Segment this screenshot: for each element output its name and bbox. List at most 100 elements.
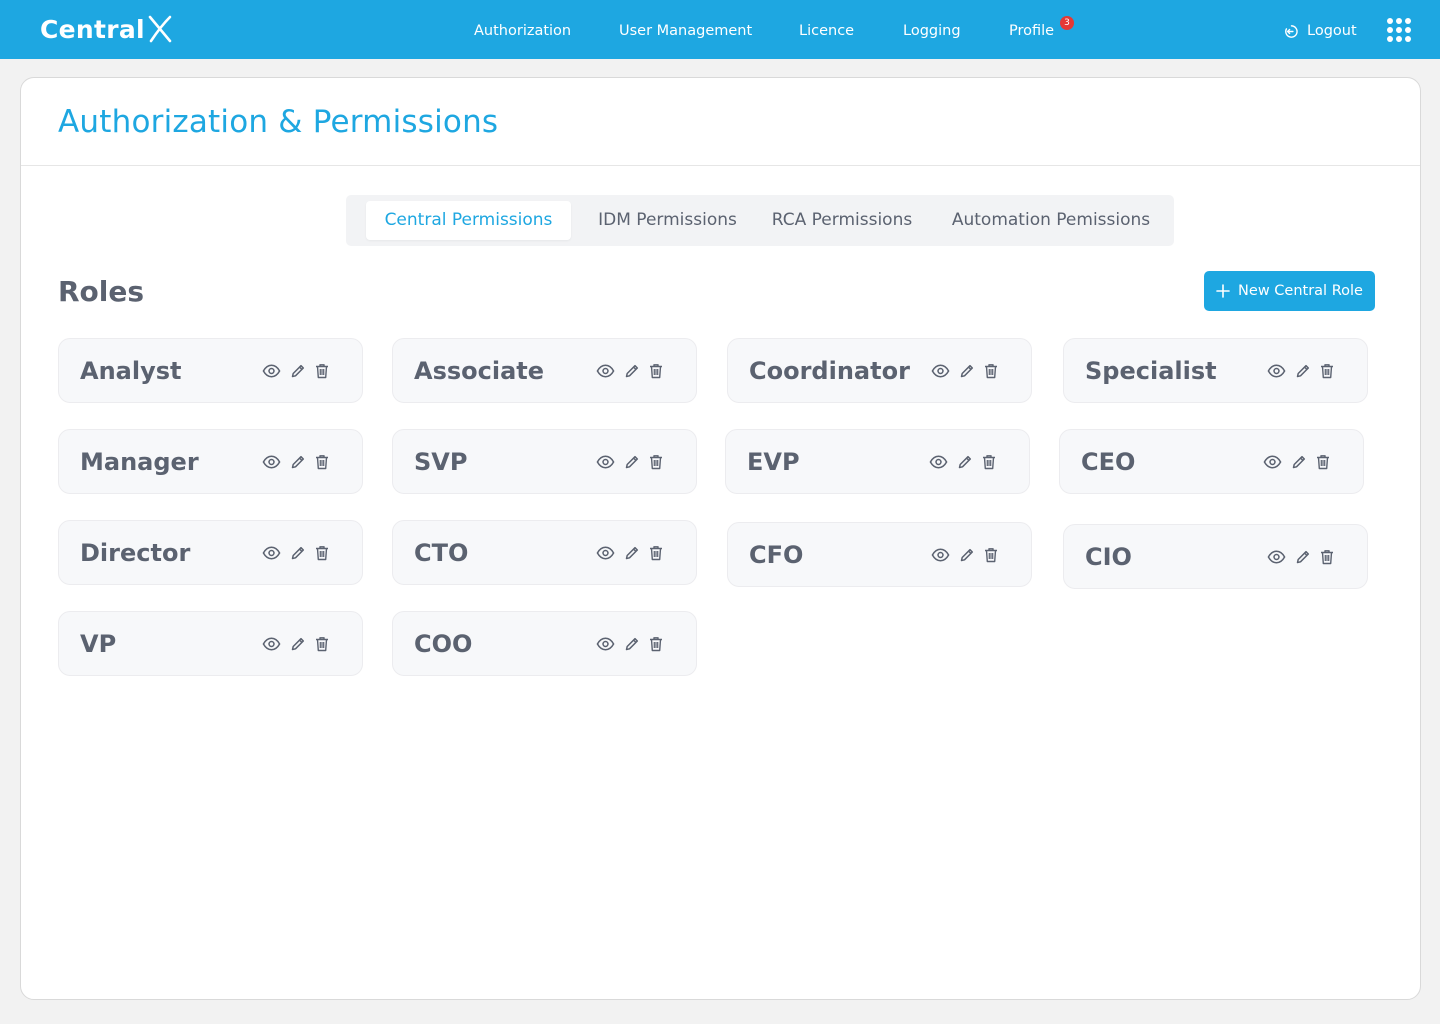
- role-card[interactable]: Specialist: [1063, 338, 1368, 403]
- role-name: CIO: [1085, 543, 1132, 571]
- tab-central-permissions[interactable]: Central Permissions: [366, 201, 571, 240]
- eye-icon[interactable]: [931, 548, 950, 562]
- trash-icon[interactable]: [315, 636, 329, 652]
- pencil-icon[interactable]: [1295, 549, 1311, 565]
- plus-icon: [1216, 284, 1230, 298]
- main-card: Authorization & Permissions Central Perm…: [20, 77, 1421, 1000]
- role-actions: [929, 452, 996, 472]
- role-card[interactable]: Coordinator: [727, 338, 1032, 403]
- nav-user-management[interactable]: User Management: [619, 0, 752, 59]
- trash-icon[interactable]: [315, 454, 329, 470]
- role-actions: [596, 543, 663, 563]
- eye-icon[interactable]: [262, 546, 281, 560]
- trash-icon[interactable]: [1320, 363, 1334, 379]
- trash-icon[interactable]: [1316, 454, 1330, 470]
- pencil-icon[interactable]: [624, 636, 640, 652]
- nav-authorization[interactable]: Authorization: [474, 0, 571, 59]
- apps-grid-icon[interactable]: [1387, 18, 1411, 42]
- tab-idm-permissions[interactable]: IDM Permissions: [589, 201, 746, 240]
- trash-icon[interactable]: [982, 454, 996, 470]
- role-actions: [1263, 452, 1330, 472]
- role-name: CFO: [749, 541, 804, 569]
- pencil-icon[interactable]: [1291, 454, 1307, 470]
- trash-icon[interactable]: [984, 363, 998, 379]
- pencil-icon[interactable]: [290, 545, 306, 561]
- brand-name: Central: [40, 14, 145, 44]
- trash-icon[interactable]: [649, 454, 663, 470]
- pencil-icon[interactable]: [957, 454, 973, 470]
- role-card[interactable]: CTO: [392, 520, 697, 585]
- roles-heading: Roles: [58, 275, 145, 308]
- role-card[interactable]: EVP: [725, 429, 1030, 494]
- role-actions: [596, 361, 663, 381]
- eye-icon[interactable]: [1267, 550, 1286, 564]
- role-actions: [1267, 547, 1334, 567]
- role-name: Associate: [414, 357, 545, 385]
- nav-licence[interactable]: Licence: [799, 0, 854, 59]
- new-central-role-button[interactable]: New Central Role: [1204, 271, 1375, 311]
- role-card[interactable]: CIO: [1063, 524, 1368, 589]
- role-card[interactable]: Manager: [58, 429, 363, 494]
- trash-icon[interactable]: [315, 363, 329, 379]
- eye-icon[interactable]: [262, 364, 281, 378]
- tab-rca-permissions[interactable]: RCA Permissions: [759, 201, 925, 240]
- role-actions: [262, 452, 329, 472]
- logo[interactable]: Central: [40, 12, 173, 46]
- pencil-icon[interactable]: [290, 363, 306, 379]
- role-name: Coordinator: [749, 357, 910, 385]
- trash-icon[interactable]: [1320, 549, 1334, 565]
- role-actions: [262, 634, 329, 654]
- eye-icon[interactable]: [262, 455, 281, 469]
- role-card[interactable]: CEO: [1059, 429, 1364, 494]
- pencil-icon[interactable]: [1295, 363, 1311, 379]
- pencil-icon[interactable]: [959, 547, 975, 563]
- eye-icon[interactable]: [1263, 455, 1282, 469]
- pencil-icon[interactable]: [624, 454, 640, 470]
- role-actions: [931, 361, 998, 381]
- role-name: Specialist: [1085, 357, 1217, 385]
- top-nav-bar: Central Authorization User Management Li…: [0, 0, 1440, 59]
- pencil-icon[interactable]: [624, 545, 640, 561]
- role-card[interactable]: Director: [58, 520, 363, 585]
- eye-icon[interactable]: [596, 364, 615, 378]
- eye-icon[interactable]: [262, 637, 281, 651]
- role-card[interactable]: Associate: [392, 338, 697, 403]
- notification-badge: 3: [1060, 16, 1074, 30]
- logout-button[interactable]: Logout: [1284, 0, 1357, 59]
- role-card[interactable]: Analyst: [58, 338, 363, 403]
- role-name: SVP: [414, 448, 468, 476]
- eye-icon[interactable]: [596, 455, 615, 469]
- eye-icon[interactable]: [929, 455, 948, 469]
- permission-tabs: Central Permissions IDM Permissions RCA …: [346, 195, 1174, 246]
- nav-profile[interactable]: Profile: [1009, 0, 1054, 59]
- new-role-label: New Central Role: [1238, 283, 1363, 299]
- page-title: Authorization & Permissions: [58, 104, 499, 140]
- logout-label: Logout: [1307, 23, 1357, 39]
- eye-icon[interactable]: [596, 637, 615, 651]
- tab-automation-permissions[interactable]: Automation Pemissions: [938, 201, 1164, 240]
- eye-icon[interactable]: [1267, 364, 1286, 378]
- trash-icon[interactable]: [649, 545, 663, 561]
- pencil-icon[interactable]: [959, 363, 975, 379]
- role-card[interactable]: CFO: [727, 522, 1032, 587]
- role-name: VP: [80, 630, 117, 658]
- role-name: Director: [80, 539, 191, 567]
- x-logo-icon: [147, 14, 173, 44]
- trash-icon[interactable]: [984, 547, 998, 563]
- role-card[interactable]: COO: [392, 611, 697, 676]
- trash-icon[interactable]: [649, 636, 663, 652]
- role-card[interactable]: VP: [58, 611, 363, 676]
- nav-logging[interactable]: Logging: [903, 0, 961, 59]
- eye-icon[interactable]: [596, 546, 615, 560]
- eye-icon[interactable]: [931, 364, 950, 378]
- role-actions: [262, 543, 329, 563]
- trash-icon[interactable]: [649, 363, 663, 379]
- pencil-icon[interactable]: [290, 636, 306, 652]
- pencil-icon[interactable]: [624, 363, 640, 379]
- role-name: CTO: [414, 539, 469, 567]
- trash-icon[interactable]: [315, 545, 329, 561]
- role-actions: [1267, 361, 1334, 381]
- role-card[interactable]: SVP: [392, 429, 697, 494]
- pencil-icon[interactable]: [290, 454, 306, 470]
- logout-icon: [1284, 24, 1299, 39]
